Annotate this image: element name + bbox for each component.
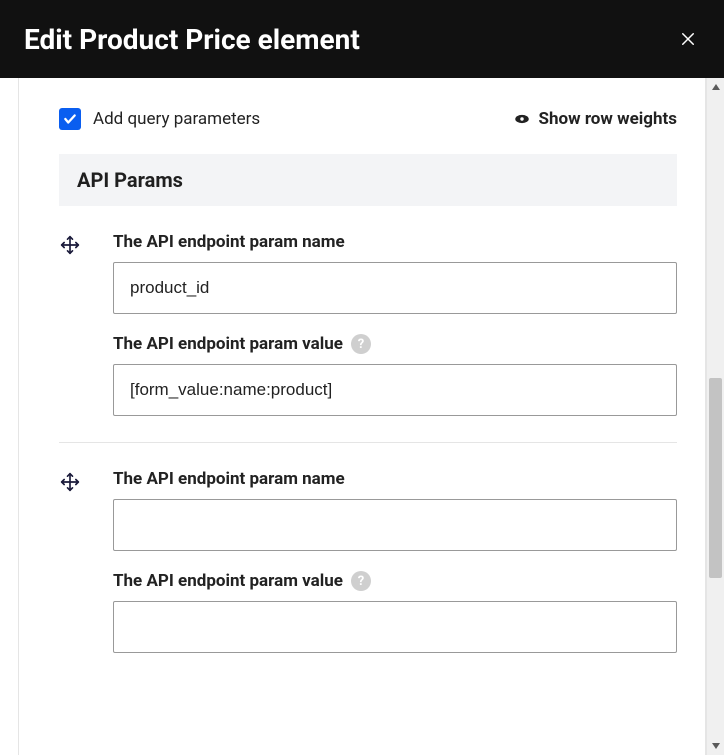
scrollbar-thumb[interactable] <box>709 378 722 578</box>
content-wrapper: Add query parameters Show row weights AP… <box>0 78 724 755</box>
field-group: The API endpoint param name <box>113 232 677 314</box>
param-row: The API endpoint param name The API endp… <box>59 469 677 679</box>
content-area: Add query parameters Show row weights AP… <box>18 78 706 755</box>
param-value-input[interactable] <box>113 364 677 416</box>
param-value-input[interactable] <box>113 601 677 653</box>
scrollbar[interactable] <box>706 78 724 755</box>
dialog-title: Edit Product Price element <box>24 23 360 56</box>
top-row: Add query parameters Show row weights <box>59 108 677 130</box>
param-name-input[interactable] <box>113 499 677 551</box>
api-params-section-title: API Params <box>77 168 183 192</box>
field-label-row: The API endpoint param value ? <box>113 334 677 354</box>
show-row-weights-button[interactable]: Show row weights <box>513 109 677 129</box>
dialog-header: Edit Product Price element <box>0 0 724 78</box>
field-group: The API endpoint param name <box>113 469 677 551</box>
show-row-weights-label: Show row weights <box>539 109 677 129</box>
eye-icon <box>513 110 531 128</box>
param-name-label: The API endpoint param name <box>113 469 345 489</box>
api-params-section-header: API Params <box>59 154 677 206</box>
param-name-input[interactable] <box>113 262 677 314</box>
checkbox-row: Add query parameters <box>59 108 260 130</box>
move-icon[interactable] <box>59 471 81 493</box>
field-label-row: The API endpoint param name <box>113 469 677 489</box>
move-icon[interactable] <box>59 234 81 256</box>
param-name-label: The API endpoint param name <box>113 232 345 252</box>
close-icon[interactable] <box>676 27 700 51</box>
help-icon[interactable]: ? <box>351 334 371 354</box>
field-group: The API endpoint param value ? <box>113 334 677 416</box>
param-fields: The API endpoint param name The API endp… <box>113 469 677 653</box>
field-group: The API endpoint param value ? <box>113 571 677 653</box>
field-label-row: The API endpoint param value ? <box>113 571 677 591</box>
chevron-down-icon[interactable] <box>707 737 724 755</box>
param-value-label: The API endpoint param value <box>113 571 343 591</box>
help-icon[interactable]: ? <box>351 571 371 591</box>
field-label-row: The API endpoint param name <box>113 232 677 252</box>
add-query-params-checkbox[interactable] <box>59 108 81 130</box>
chevron-up-icon[interactable] <box>707 78 724 96</box>
param-row: The API endpoint param name The API endp… <box>59 232 677 443</box>
add-query-params-label: Add query parameters <box>93 109 260 129</box>
param-fields: The API endpoint param name The API endp… <box>113 232 677 416</box>
param-value-label: The API endpoint param value <box>113 334 343 354</box>
